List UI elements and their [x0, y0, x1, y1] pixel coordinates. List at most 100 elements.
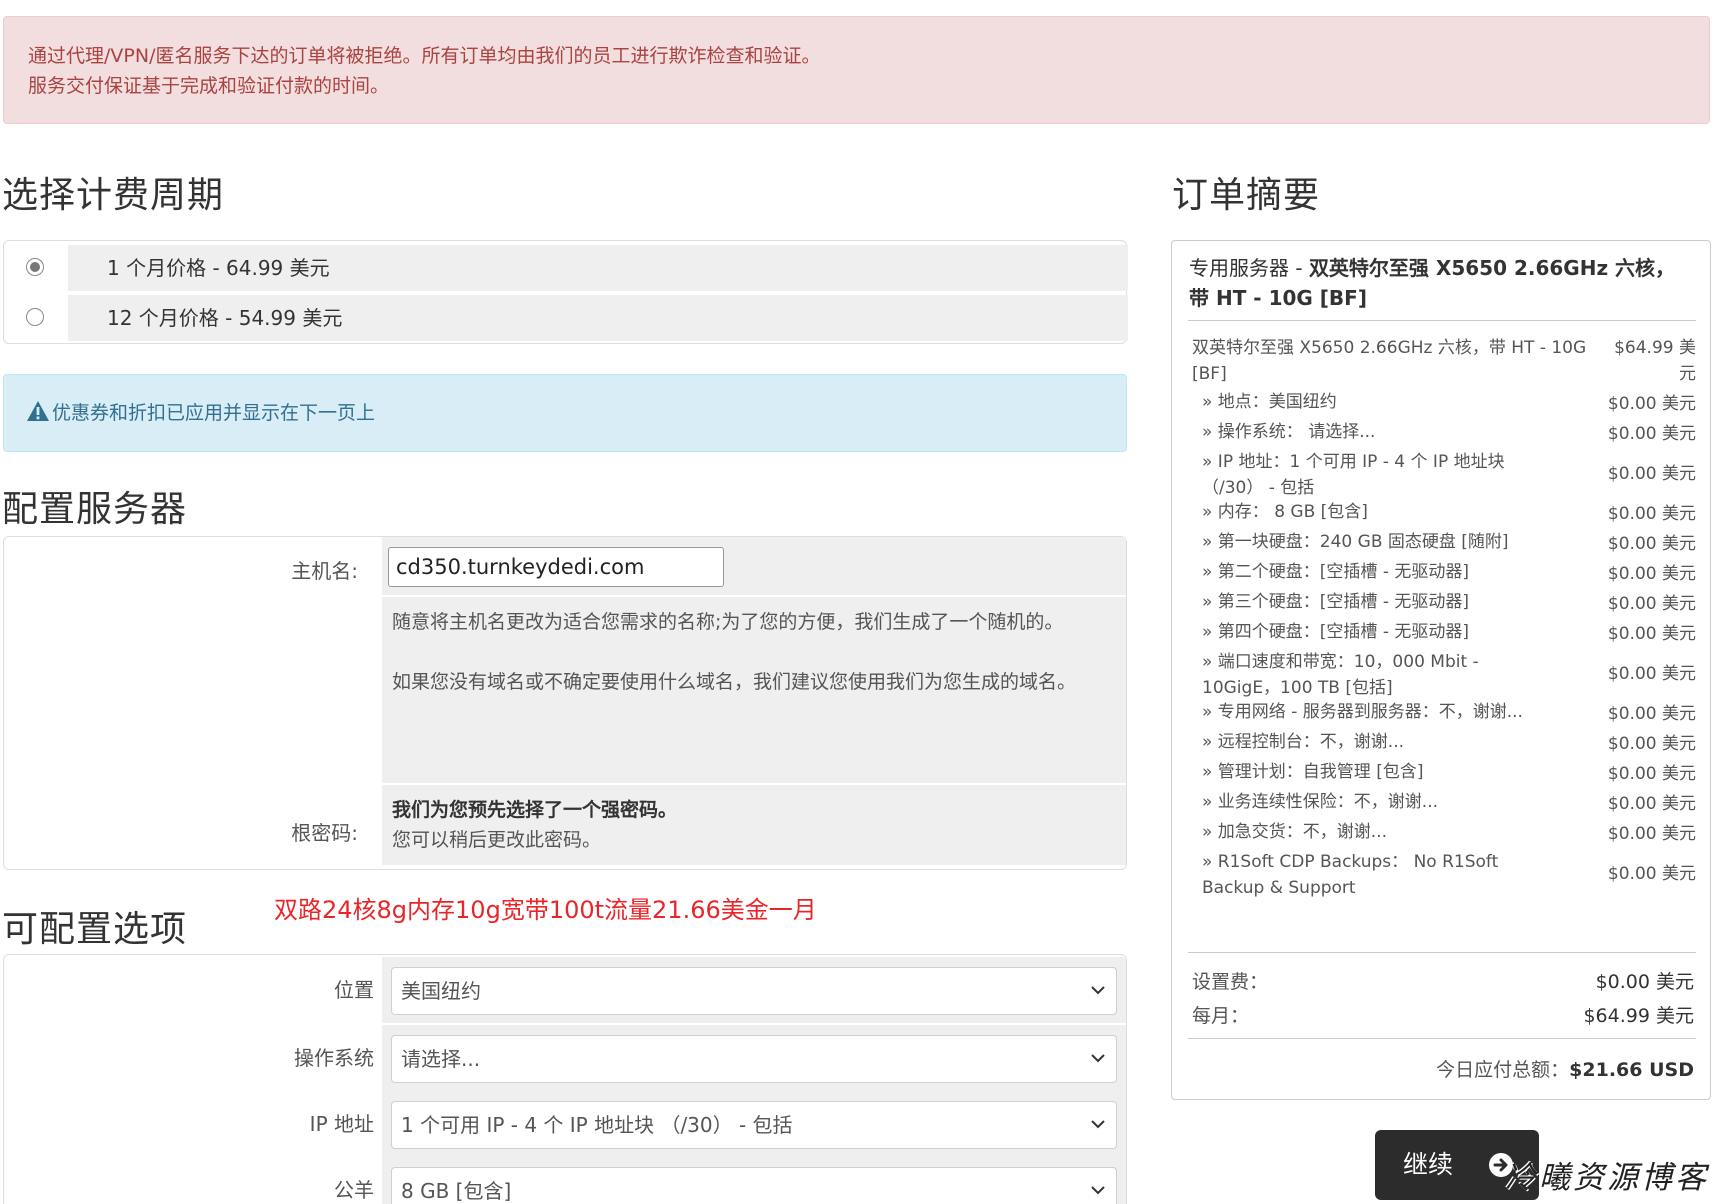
location-select[interactable]: 美国纽约 [391, 967, 1117, 1015]
billing-option-label[interactable]: 12 个月价格 - 54.99 美元 [68, 295, 1128, 341]
summary-line: » 内存： 8 GB [包含] $0.00 美元 [1192, 499, 1696, 529]
select-value: 请选择... [401, 1047, 481, 1071]
radio-1-month[interactable] [26, 258, 44, 276]
summary-line-desc: » 专用网络 - 服务器到服务器：不，谢谢... [1202, 702, 1523, 722]
summary-line: » IP 地址：1 个可用 IP - 4 个 IP 地址块 （/30） - 包括… [1192, 449, 1696, 499]
total-due-today: 今日应付总额：$21.66 USD [1436, 1055, 1694, 1082]
ip-select[interactable]: 1 个可用 IP - 4 个 IP 地址块 （/30） - 包括 [391, 1101, 1117, 1149]
option-label: 公羊 [334, 1178, 374, 1202]
configurable-options-box: 位置 美国纽约 操作系统 请选择... IP 地址 1 个可用 IP - 4 个… [3, 954, 1127, 1204]
summary-line-desc: » 远程控制台：不，谢谢... [1202, 732, 1405, 752]
summary-line-desc: » 第二个硬盘：[空插槽 - 无驱动器] [1202, 562, 1470, 582]
os-select[interactable]: 请选择... [391, 1035, 1117, 1083]
fraud-warning-line1: 通过代理/VPN/匿名服务下达的订单将被拒绝。所有订单均由我们的员工进行欺诈检查… [28, 45, 821, 67]
monthly-label: 每月： [1192, 1005, 1250, 1027]
order-summary-heading: 订单摘要 [1172, 175, 1321, 216]
summary-line-amt: $0.00 美元 [1607, 534, 1696, 554]
select-value: 1 个可用 IP - 4 个 IP 地址块 （/30） - 包括 [401, 1113, 793, 1137]
hostname-label: 主机名: [291, 559, 358, 583]
warning-triangle-icon [27, 401, 49, 421]
billing-option-1-month[interactable]: 1 个月价格 - 64.99 美元 [4, 243, 1128, 291]
hostname-input[interactable] [388, 547, 724, 587]
chevron-down-icon [1091, 1186, 1105, 1195]
summary-line-amt: $0.00 美元 [1607, 864, 1696, 884]
summary-line-amt: $0.00 美元 [1607, 464, 1696, 484]
chevron-down-icon [1091, 1120, 1105, 1129]
summary-line: » 专用网络 - 服务器到服务器：不，谢谢... $0.00 美元 [1192, 699, 1696, 729]
summary-line-desc: » 加急交货：不，谢谢... [1202, 822, 1388, 842]
setup-fee-label: 设置费： [1192, 971, 1269, 993]
billing-option-label[interactable]: 1 个月价格 - 64.99 美元 [68, 245, 1128, 291]
summary-line: » 远程控制台：不，谢谢... $0.00 美元 [1192, 729, 1696, 759]
summary-line: » 操作系统： 请选择... $0.00 美元 [1192, 419, 1696, 449]
watermark: 冷曦资源博客 [1505, 1160, 1709, 1196]
promo-info-text: 优惠券和折扣已应用并显示在下一页上 [52, 402, 376, 424]
summary-line-desc: » 内存： 8 GB [包含] [1202, 502, 1368, 522]
summary-line-desc: » 端口速度和带宽：10，000 Mbit - 10GigE，100 TB [包… [1202, 652, 1479, 698]
summary-line-desc: » 第一块硬盘：240 GB 固态硬盘 [随附] [1202, 532, 1509, 552]
radio-12-month[interactable] [26, 308, 44, 326]
option-row-location: 位置 美国纽约 [4, 957, 1126, 1023]
summary-line-desc: » 业务连续性保险：不，谢谢... [1202, 792, 1439, 812]
summary-line-desc: » 第三个硬盘：[空插槽 - 无驱动器] [1202, 592, 1470, 612]
select-value: 8 GB [包含] [401, 1179, 512, 1203]
summary-line: » 端口速度和带宽：10，000 Mbit - 10GigE，100 TB [包… [1192, 649, 1696, 699]
fraud-warning-alert: 通过代理/VPN/匿名服务下达的订单将被拒绝。所有订单均由我们的员工进行欺诈检查… [3, 16, 1710, 124]
summary-line-amt: $0.00 美元 [1607, 504, 1696, 524]
hostname-help-1: 随意将主机名更改为适合您需求的名称;为了您的方便，我们生成了一个随机的。 [392, 611, 1064, 633]
option-label: 位置 [334, 978, 374, 1002]
summary-line: » 加急交货：不，谢谢... $0.00 美元 [1192, 819, 1696, 849]
summary-line: » 第四个硬盘：[空插槽 - 无驱动器] $0.00 美元 [1192, 619, 1696, 649]
promo-info-alert: 优惠券和折扣已应用并显示在下一页上 [3, 374, 1127, 452]
total-due-label: 今日应付总额： [1436, 1059, 1570, 1081]
summary-line-desc: » 操作系统： 请选择... [1202, 422, 1376, 442]
summary-line-amt: $0.00 美元 [1607, 704, 1696, 724]
summary-product-title: 专用服务器 - 双英特尔至强 X5650 2.66GHz 六核，带 HT - 1… [1189, 253, 1694, 313]
chevron-down-icon [1091, 1054, 1105, 1063]
summary-line-amt: $0.00 美元 [1607, 424, 1696, 444]
summary-line-desc: 双英特尔至强 X5650 2.66GHz 六核，带 HT - 10G [BF] [1192, 338, 1587, 384]
billing-cycle-heading: 选择计费周期 [2, 175, 225, 216]
summary-base-line: 双英特尔至强 X5650 2.66GHz 六核，带 HT - 10G [BF] … [1192, 335, 1696, 387]
configure-server-heading: 配置服务器 [2, 489, 188, 530]
summary-line-desc: » IP 地址：1 个可用 IP - 4 个 IP 地址块 （/30） - 包括 [1202, 452, 1505, 498]
summary-line: » 第三个硬盘：[空插槽 - 无驱动器] $0.00 美元 [1192, 589, 1696, 619]
promo-annotation: 双路24核8g内存10g宽带100t流量21.66美金一月 [274, 896, 817, 924]
configure-server-box: 主机名: 随意将主机名更改为适合您需求的名称;为了您的方便，我们生成了一个随机的… [3, 536, 1127, 870]
order-summary-box: 专用服务器 - 双英特尔至强 X5650 2.66GHz 六核，带 HT - 1… [1171, 240, 1711, 1100]
root-password-notice: 我们为您预先选择了一个强密码。 [392, 799, 678, 821]
monthly-amount: $64.99 美元 [1583, 1005, 1694, 1027]
divider [1188, 1038, 1696, 1039]
summary-line-amt: $0.00 美元 [1607, 764, 1696, 784]
summary-line: » 第一块硬盘：240 GB 固态硬盘 [随附] $0.00 美元 [1192, 529, 1696, 559]
continue-label: 继续 [1403, 1150, 1454, 1179]
summary-line-amt: $64.99 美元 [1614, 338, 1696, 384]
chevron-down-icon [1091, 986, 1105, 995]
summary-line-desc: » 地点：美国纽约 [1202, 392, 1337, 412]
divider [1188, 320, 1696, 321]
root-password-help: 您可以稍后更改此密码。 [392, 829, 602, 851]
summary-line: » 地点：美国纽约 $0.00 美元 [1192, 389, 1696, 419]
option-label: 操作系统 [294, 1046, 374, 1070]
fraud-warning-line2: 服务交付保证基于完成和验证付款的时间。 [28, 75, 390, 97]
billing-cycle-box: 1 个月价格 - 64.99 美元 12 个月价格 - 54.99 美元 [3, 240, 1128, 344]
summary-line-desc: » 第四个硬盘：[空插槽 - 无驱动器] [1202, 622, 1470, 642]
summary-line-amt: $0.00 美元 [1607, 734, 1696, 754]
divider [1188, 952, 1696, 953]
summary-line: » 第二个硬盘：[空插槽 - 无驱动器] $0.00 美元 [1192, 559, 1696, 589]
summary-product-prefix: 专用服务器 - [1189, 256, 1309, 280]
summary-line-amt: $0.00 美元 [1607, 594, 1696, 614]
summary-line-amt: $0.00 美元 [1607, 564, 1696, 584]
option-row-os: 操作系统 请选择... [4, 1025, 1126, 1091]
option-label: IP 地址 [309, 1112, 374, 1136]
root-password-label: 根密码: [291, 821, 358, 845]
option-row-ip: IP 地址 1 个可用 IP - 4 个 IP 地址块 （/30） - 包括 [4, 1091, 1126, 1157]
option-row-ram: 公羊 8 GB [包含] [4, 1157, 1126, 1204]
summary-line-desc: » 管理计划：自我管理 [包含] [1202, 762, 1424, 782]
billing-option-12-month[interactable]: 12 个月价格 - 54.99 美元 [4, 293, 1128, 341]
hostname-help-2: 如果您没有域名或不确定要使用什么域名，我们建议您使用我们为您生成的域名。 [392, 671, 1077, 693]
summary-line: » 管理计划：自我管理 [包含] $0.00 美元 [1192, 759, 1696, 789]
summary-line-amt: $0.00 美元 [1607, 824, 1696, 844]
select-value: 美国纽约 [401, 979, 481, 1003]
ram-select[interactable]: 8 GB [包含] [391, 1167, 1117, 1204]
